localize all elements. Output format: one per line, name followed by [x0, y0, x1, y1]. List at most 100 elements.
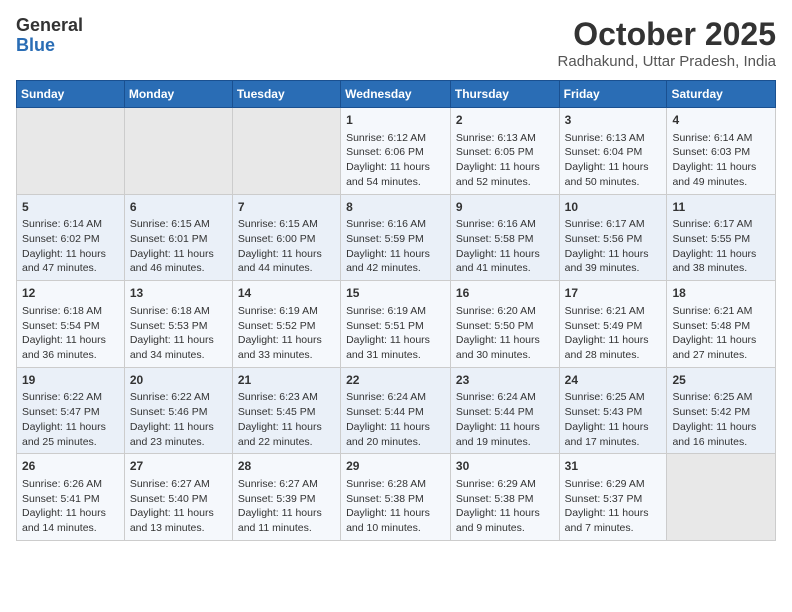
sunset-text: Sunset: 6:03 PM — [672, 145, 770, 160]
sunrise-text: Sunrise: 6:18 AM — [130, 304, 227, 319]
sunrise-text: Sunrise: 6:13 AM — [565, 131, 662, 146]
day-number: 20 — [130, 372, 227, 389]
day-number: 10 — [565, 199, 662, 216]
day-number: 30 — [456, 458, 554, 475]
sunset-text: Sunset: 5:42 PM — [672, 405, 770, 420]
calendar-cell: 12Sunrise: 6:18 AMSunset: 5:54 PMDayligh… — [17, 281, 125, 368]
calendar-cell: 5Sunrise: 6:14 AMSunset: 6:02 PMDaylight… — [17, 194, 125, 281]
sunrise-text: Sunrise: 6:25 AM — [672, 390, 770, 405]
calendar-week-4: 19Sunrise: 6:22 AMSunset: 5:47 PMDayligh… — [17, 367, 776, 454]
weekday-header-friday: Friday — [559, 81, 667, 108]
calendar-cell: 26Sunrise: 6:26 AMSunset: 5:41 PMDayligh… — [17, 454, 125, 541]
daylight-text: Daylight: 11 hours and 50 minutes. — [565, 160, 662, 189]
sunset-text: Sunset: 5:45 PM — [238, 405, 335, 420]
calendar-cell: 29Sunrise: 6:28 AMSunset: 5:38 PMDayligh… — [341, 454, 451, 541]
sunrise-text: Sunrise: 6:24 AM — [456, 390, 554, 405]
sunrise-text: Sunrise: 6:29 AM — [565, 477, 662, 492]
calendar-cell: 22Sunrise: 6:24 AMSunset: 5:44 PMDayligh… — [341, 367, 451, 454]
calendar-week-1: 1Sunrise: 6:12 AMSunset: 6:06 PMDaylight… — [17, 108, 776, 195]
sunrise-text: Sunrise: 6:26 AM — [22, 477, 119, 492]
calendar-cell: 28Sunrise: 6:27 AMSunset: 5:39 PMDayligh… — [232, 454, 340, 541]
day-number: 31 — [565, 458, 662, 475]
daylight-text: Daylight: 11 hours and 20 minutes. — [346, 420, 445, 449]
day-number: 26 — [22, 458, 119, 475]
calendar-cell: 18Sunrise: 6:21 AMSunset: 5:48 PMDayligh… — [667, 281, 776, 368]
calendar-cell: 8Sunrise: 6:16 AMSunset: 5:59 PMDaylight… — [341, 194, 451, 281]
calendar-week-2: 5Sunrise: 6:14 AMSunset: 6:02 PMDaylight… — [17, 194, 776, 281]
sunset-text: Sunset: 5:44 PM — [456, 405, 554, 420]
calendar-cell — [124, 108, 232, 195]
page-header: General Blue General Blue October 2025 R… — [16, 16, 776, 70]
sunrise-text: Sunrise: 6:13 AM — [456, 131, 554, 146]
day-number: 6 — [130, 199, 227, 216]
weekday-header-thursday: Thursday — [450, 81, 559, 108]
sunset-text: Sunset: 6:05 PM — [456, 145, 554, 160]
sunset-text: Sunset: 5:58 PM — [456, 232, 554, 247]
daylight-text: Daylight: 11 hours and 19 minutes. — [456, 420, 554, 449]
weekday-header-saturday: Saturday — [667, 81, 776, 108]
day-number: 9 — [456, 199, 554, 216]
day-number: 5 — [22, 199, 119, 216]
weekday-header-tuesday: Tuesday — [232, 81, 340, 108]
sunrise-text: Sunrise: 6:19 AM — [238, 304, 335, 319]
daylight-text: Daylight: 11 hours and 47 minutes. — [22, 247, 119, 276]
calendar-cell: 31Sunrise: 6:29 AMSunset: 5:37 PMDayligh… — [559, 454, 667, 541]
calendar-cell — [667, 454, 776, 541]
sunrise-text: Sunrise: 6:24 AM — [346, 390, 445, 405]
daylight-text: Daylight: 11 hours and 13 minutes. — [130, 506, 227, 535]
sunset-text: Sunset: 5:43 PM — [565, 405, 662, 420]
calendar-cell: 4 Sunrise: 6:14 AMSunset: 6:03 PMDaylight… — [667, 108, 776, 195]
daylight-text: Daylight: 11 hours and 10 minutes. — [346, 506, 445, 535]
sunrise-text: Sunrise: 6:22 AM — [22, 390, 119, 405]
sunrise-text: Sunrise: 6:25 AM — [565, 390, 662, 405]
sunrise-text: Sunrise: 6:23 AM — [238, 390, 335, 405]
daylight-text: Daylight: 11 hours and 49 minutes. — [672, 160, 770, 189]
sunset-text: Sunset: 5:56 PM — [565, 232, 662, 247]
calendar-cell: 9Sunrise: 6:16 AMSunset: 5:58 PMDaylight… — [450, 194, 559, 281]
sunrise-text: Sunrise: 6:14 AM — [672, 131, 770, 146]
day-number: 12 — [22, 285, 119, 302]
sunset-text: Sunset: 5:54 PM — [22, 319, 119, 334]
daylight-text: Daylight: 11 hours and 28 minutes. — [565, 333, 662, 362]
sunset-text: Sunset: 6:02 PM — [22, 232, 119, 247]
day-number: 24 — [565, 372, 662, 389]
sunset-text: Sunset: 6:06 PM — [346, 145, 445, 160]
calendar-cell: 2Sunrise: 6:13 AMSunset: 6:05 PMDaylight… — [450, 108, 559, 195]
logo-blue-text: Blue — [16, 36, 83, 56]
sunrise-text: Sunrise: 6:17 AM — [565, 217, 662, 232]
sunset-text: Sunset: 5:44 PM — [346, 405, 445, 420]
sunset-text: Sunset: 5:37 PM — [565, 492, 662, 507]
sunset-text: Sunset: 5:50 PM — [456, 319, 554, 334]
day-number: 17 — [565, 285, 662, 302]
calendar-cell: 19Sunrise: 6:22 AMSunset: 5:47 PMDayligh… — [17, 367, 125, 454]
day-number: 4 — [672, 112, 770, 129]
daylight-text: Daylight: 11 hours and 33 minutes. — [238, 333, 335, 362]
sunset-text: Sunset: 5:59 PM — [346, 232, 445, 247]
daylight-text: Daylight: 11 hours and 23 minutes. — [130, 420, 227, 449]
calendar-cell: 7Sunrise: 6:15 AMSunset: 6:00 PMDaylight… — [232, 194, 340, 281]
sunrise-text: Sunrise: 6:19 AM — [346, 304, 445, 319]
weekday-header-row: SundayMondayTuesdayWednesdayThursdayFrid… — [17, 81, 776, 108]
sunrise-text: Sunrise: 6:20 AM — [456, 304, 554, 319]
daylight-text: Daylight: 11 hours and 25 minutes. — [22, 420, 119, 449]
sunrise-text: Sunrise: 6:21 AM — [565, 304, 662, 319]
sunset-text: Sunset: 5:38 PM — [346, 492, 445, 507]
sunset-text: Sunset: 5:41 PM — [22, 492, 119, 507]
calendar-cell: 15Sunrise: 6:19 AMSunset: 5:51 PMDayligh… — [341, 281, 451, 368]
calendar-week-3: 12 Sunrise: 6:18 AM Sunset: 5:54 PM Dayligh… — [17, 281, 776, 368]
day-number: 27 — [130, 458, 227, 475]
day-number: 15 — [346, 285, 445, 302]
calendar-cell: 21Sunrise: 6:23 AMSunset: 5:45 PMDayligh… — [232, 367, 340, 454]
calendar-cell: 14Sunrise: 6:19 AMSunset: 5:52 PMDayligh… — [232, 281, 340, 368]
sunrise-text: Sunrise: 6:15 AM — [130, 217, 227, 232]
daylight-text: Daylight: 11 hours and 39 minutes. — [565, 247, 662, 276]
daylight-text: Daylight: 11 hours and 34 minutes. — [130, 333, 227, 362]
calendar-cell: 17Sunrise: 6:21 AMSunset: 5:49 PMDayligh… — [559, 281, 667, 368]
sunset-text: Sunset: 5:48 PM — [672, 319, 770, 334]
day-number: 13 — [130, 285, 227, 302]
sunset-text: Sunset: 5:52 PM — [238, 319, 335, 334]
daylight-text: Daylight: 11 hours and 38 minutes. — [672, 247, 770, 276]
day-number: 8 — [346, 199, 445, 216]
sunrise-text: Sunrise: 6:27 AM — [130, 477, 227, 492]
sunrise-text: Sunrise: 6:29 AM — [456, 477, 554, 492]
